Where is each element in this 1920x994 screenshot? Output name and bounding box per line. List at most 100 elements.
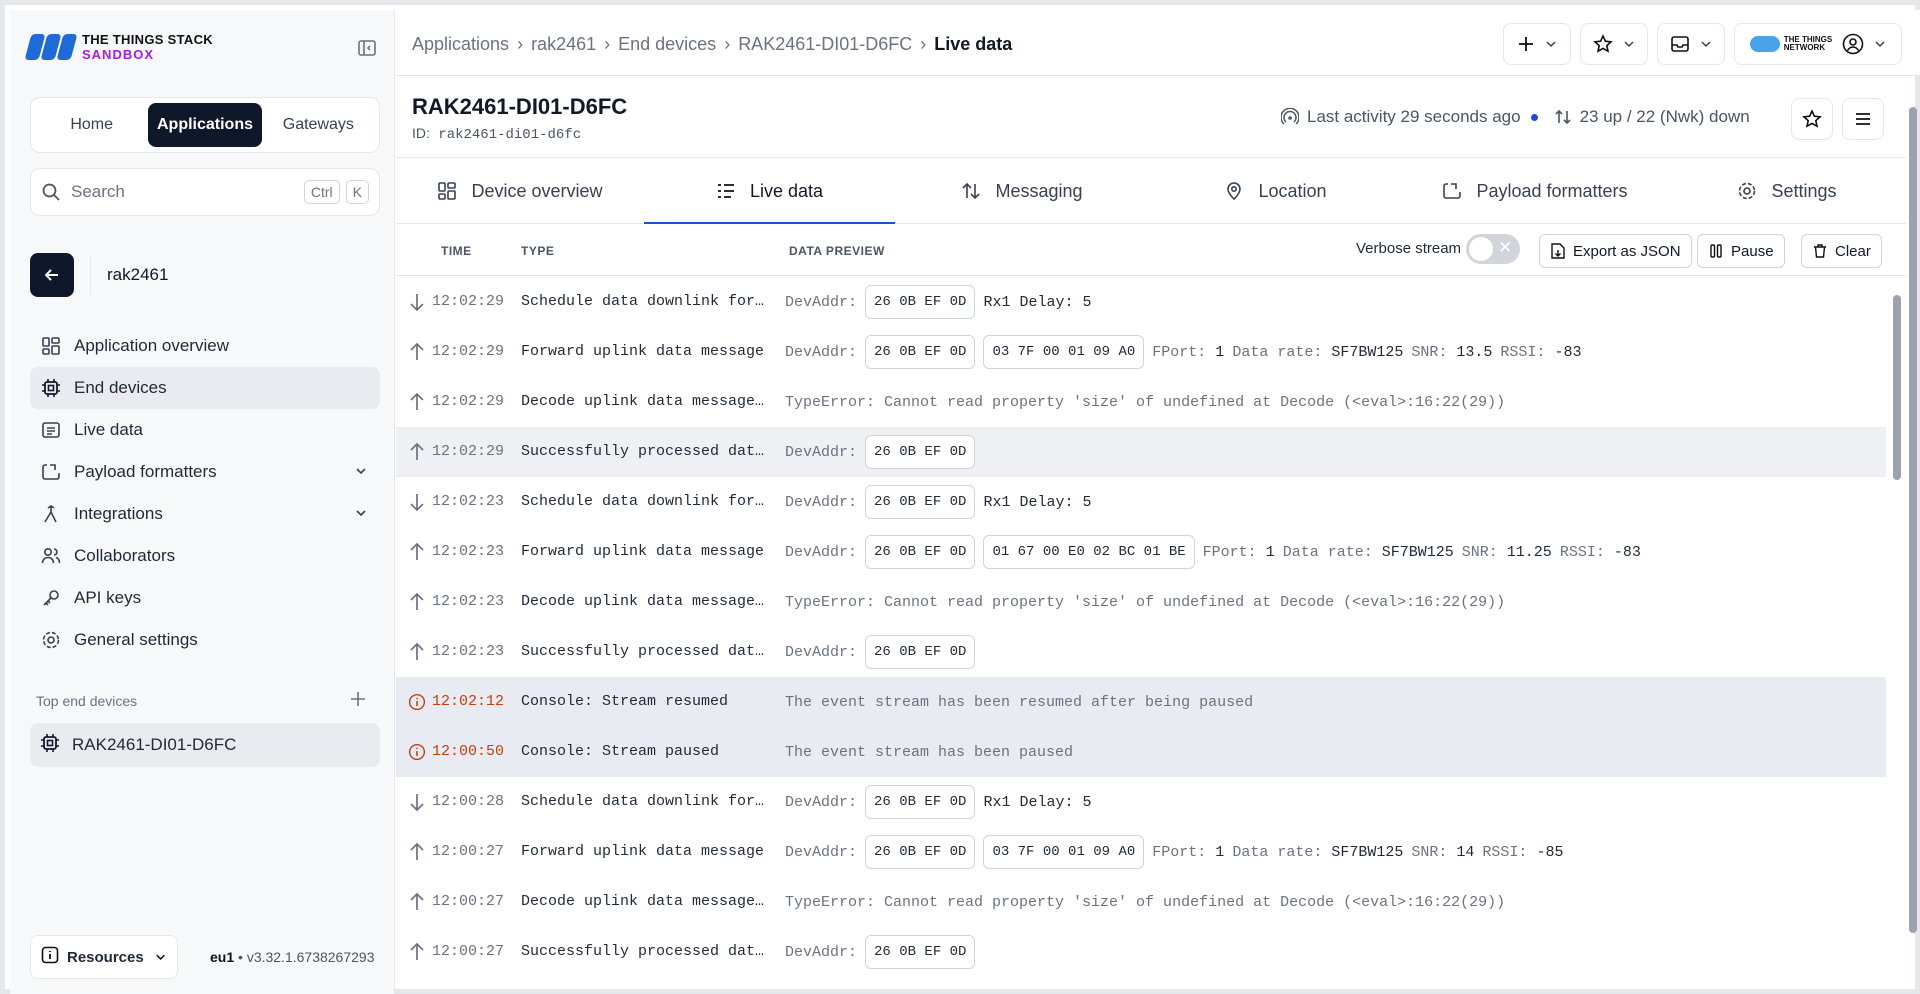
table-row[interactable]: 12:00:28 Schedule data downlink for… DevAd… xyxy=(396,777,1886,827)
devaddr-chip[interactable]: 26 0B EF 0D xyxy=(865,335,976,369)
event-time: 12:02:29 xyxy=(432,343,505,360)
sidebar-nav: Application overview End devices Live da… xyxy=(30,325,380,661)
tab-messaging[interactable]: Messaging xyxy=(895,158,1149,224)
bookmarks-button[interactable] xyxy=(1580,23,1648,65)
info-icon xyxy=(41,946,59,968)
page-scrollbar[interactable] xyxy=(1906,85,1920,994)
arrow-up-icon xyxy=(410,342,424,360)
table-row[interactable]: 12:02:29 Forward uplink data message DevAd… xyxy=(396,327,1886,377)
resources-button[interactable]: Resources xyxy=(30,935,178,979)
top-device-item[interactable]: RAK2461-DI01-D6FC xyxy=(30,723,380,767)
chevron-down-icon[interactable] xyxy=(354,464,368,478)
device-menu-button[interactable] xyxy=(1842,98,1884,140)
table-row[interactable]: 12:00:27 Decode uplink data message… TypeE… xyxy=(396,877,1886,927)
devaddr-label: DevAddr: xyxy=(785,943,858,961)
tab-payload-formatters[interactable]: Payload formatters xyxy=(1402,158,1668,224)
application-name: rak2461 xyxy=(107,265,169,284)
last-activity: Last activity 29 seconds ago xyxy=(1307,107,1521,126)
sidebar-item-integrations[interactable]: Integrations xyxy=(30,493,380,535)
payload-chip[interactable]: 01 67 00 E0 02 BC 01 BE xyxy=(983,535,1195,569)
sidebar-item-label: Live data xyxy=(74,420,143,439)
arrow-up-icon xyxy=(410,892,424,910)
sidebar-item-live-data[interactable]: Live data xyxy=(30,409,380,451)
export-json-button[interactable]: Export as JSON xyxy=(1539,234,1692,268)
user-avatar-icon xyxy=(1842,33,1864,55)
sidebar-item-collaborators[interactable]: Collaborators xyxy=(30,535,380,577)
table-row[interactable]: 12:02:29 Successfully processed dat… DevAd… xyxy=(396,427,1886,477)
breadcrumb-device[interactable]: RAK2461-DI01-D6FC xyxy=(738,34,912,55)
nav-gateways[interactable]: Gateways xyxy=(262,103,375,147)
table-row[interactable]: 12:02:23 Forward uplink data message DevAd… xyxy=(396,527,1886,577)
tab-label: Payload formatters xyxy=(1476,180,1628,201)
rx1-delay: Rx1 Delay: 5 xyxy=(983,793,1092,811)
devaddr-chip[interactable]: 26 0B EF 0D xyxy=(865,535,976,569)
tab-settings[interactable]: Settings xyxy=(1668,158,1906,224)
verbose-stream-label: Verbose stream xyxy=(1356,240,1462,257)
data-preview: DevAddr: 26 0B EF 0D Rx1 Delay: 5 xyxy=(785,484,1091,520)
table-row[interactable]: 12:02:23 Schedule data downlink for… DevAd… xyxy=(396,477,1886,527)
breadcrumb-end-devices[interactable]: End devices xyxy=(618,34,716,55)
datarate-field: Data rate: SF7BW125 xyxy=(1232,343,1404,361)
pause-button[interactable]: Pause xyxy=(1697,234,1785,268)
preview-text: TypeError: Cannot read property 'size' o… xyxy=(785,393,1506,411)
devaddr-chip[interactable]: 26 0B EF 0D xyxy=(865,835,976,869)
list-icon xyxy=(40,419,62,441)
brand-logo[interactable]: THE THINGS STACK SANDBOX xyxy=(24,32,213,62)
arrow-up-icon xyxy=(410,942,424,960)
arrow-up-icon xyxy=(410,642,424,660)
table-row[interactable]: 12:02:23 Decode uplink data message… TypeE… xyxy=(396,577,1886,627)
bookmark-device-button[interactable] xyxy=(1791,98,1833,140)
ttn-logo-wordmark: THE THINGS NETWORK xyxy=(1783,35,1833,52)
sidebar-item-application-overview[interactable]: Application overview xyxy=(30,325,380,367)
data-preview: The event stream has been resumed after … xyxy=(785,684,1253,720)
sidebar-item-end-devices[interactable]: End devices xyxy=(30,367,380,409)
sidebar-item-general-settings[interactable]: General settings xyxy=(30,619,380,661)
event-time: 12:00:27 xyxy=(432,843,505,860)
table-row[interactable]: 12:00:27 Successfully processed dat… DevAd… xyxy=(396,927,1886,977)
table-row[interactable]: 12:02:29 Schedule data downlink for… DevAd… xyxy=(396,277,1886,327)
fport-field: FPort: 1 xyxy=(1152,343,1225,361)
user-menu-button[interactable]: THE THINGS NETWORK xyxy=(1734,23,1902,65)
table-row[interactable]: 12:00:27 Forward uplink data message DevAd… xyxy=(396,827,1886,877)
devaddr-chip[interactable]: 26 0B EF 0D xyxy=(865,635,976,669)
device-id: ID: rak2461-di01-d6fc xyxy=(412,125,581,143)
sidebar-item-payload-formatters[interactable]: Payload formatters xyxy=(30,451,380,493)
devaddr-chip[interactable]: 26 0B EF 0D xyxy=(865,935,976,969)
devaddr-chip[interactable]: 26 0B EF 0D xyxy=(865,785,976,819)
table-row[interactable]: 12:02:29 Decode uplink data message… TypeE… xyxy=(396,377,1886,427)
nav-applications[interactable]: Applications xyxy=(148,103,262,147)
grid-icon xyxy=(438,182,457,200)
table-row[interactable]: 12:00:50 Console: Stream paused The event … xyxy=(396,727,1886,777)
events-scrollbar[interactable] xyxy=(1890,277,1904,994)
search-input[interactable]: Search Ctrl K xyxy=(30,168,380,216)
tab-location[interactable]: Location xyxy=(1149,158,1402,224)
table-row[interactable]: 12:02:12 Console: Stream resumed The event… xyxy=(396,677,1886,727)
verbose-stream-toggle[interactable]: ✕ xyxy=(1466,234,1520,264)
users-icon xyxy=(40,545,62,567)
sidebar-collapse-icon[interactable] xyxy=(357,38,377,58)
breadcrumb-application[interactable]: rak2461 xyxy=(531,34,596,55)
devaddr-chip[interactable]: 26 0B EF 0D xyxy=(865,435,976,469)
event-type: Decode uplink data message… xyxy=(521,593,765,610)
events-table-header: TIME TYPE DATA PREVIEW Verbose stream ✕ … xyxy=(396,224,1906,276)
notifications-button[interactable] xyxy=(1657,23,1725,65)
back-button[interactable] xyxy=(30,253,74,297)
payload-chip[interactable]: 03 7F 00 01 09 A0 xyxy=(983,335,1145,369)
devaddr-chip[interactable]: 26 0B EF 0D xyxy=(865,285,976,319)
nav-home[interactable]: Home xyxy=(35,103,148,147)
chevron-down-icon[interactable] xyxy=(354,506,368,520)
breadcrumb-applications[interactable]: Applications xyxy=(412,34,509,55)
add-device-plus-icon[interactable] xyxy=(348,689,368,709)
event-time: 12:02:23 xyxy=(432,643,505,660)
sidebar-item-api-keys[interactable]: API keys xyxy=(30,577,380,619)
table-row[interactable]: 12:02:23 Successfully processed dat… DevAd… xyxy=(396,627,1886,677)
info-circle-icon xyxy=(408,743,426,761)
tab-device-overview[interactable]: Device overview xyxy=(396,158,644,224)
tab-live-data[interactable]: Live data xyxy=(644,158,895,225)
devaddr-chip[interactable]: 26 0B EF 0D xyxy=(865,485,976,519)
add-button[interactable] xyxy=(1503,23,1571,65)
clear-button[interactable]: Clear xyxy=(1801,234,1882,268)
event-type: Decode uplink data message… xyxy=(521,893,765,910)
preview-text: The event stream has been resumed after … xyxy=(785,693,1254,711)
payload-chip[interactable]: 03 7F 00 01 09 A0 xyxy=(983,835,1145,869)
